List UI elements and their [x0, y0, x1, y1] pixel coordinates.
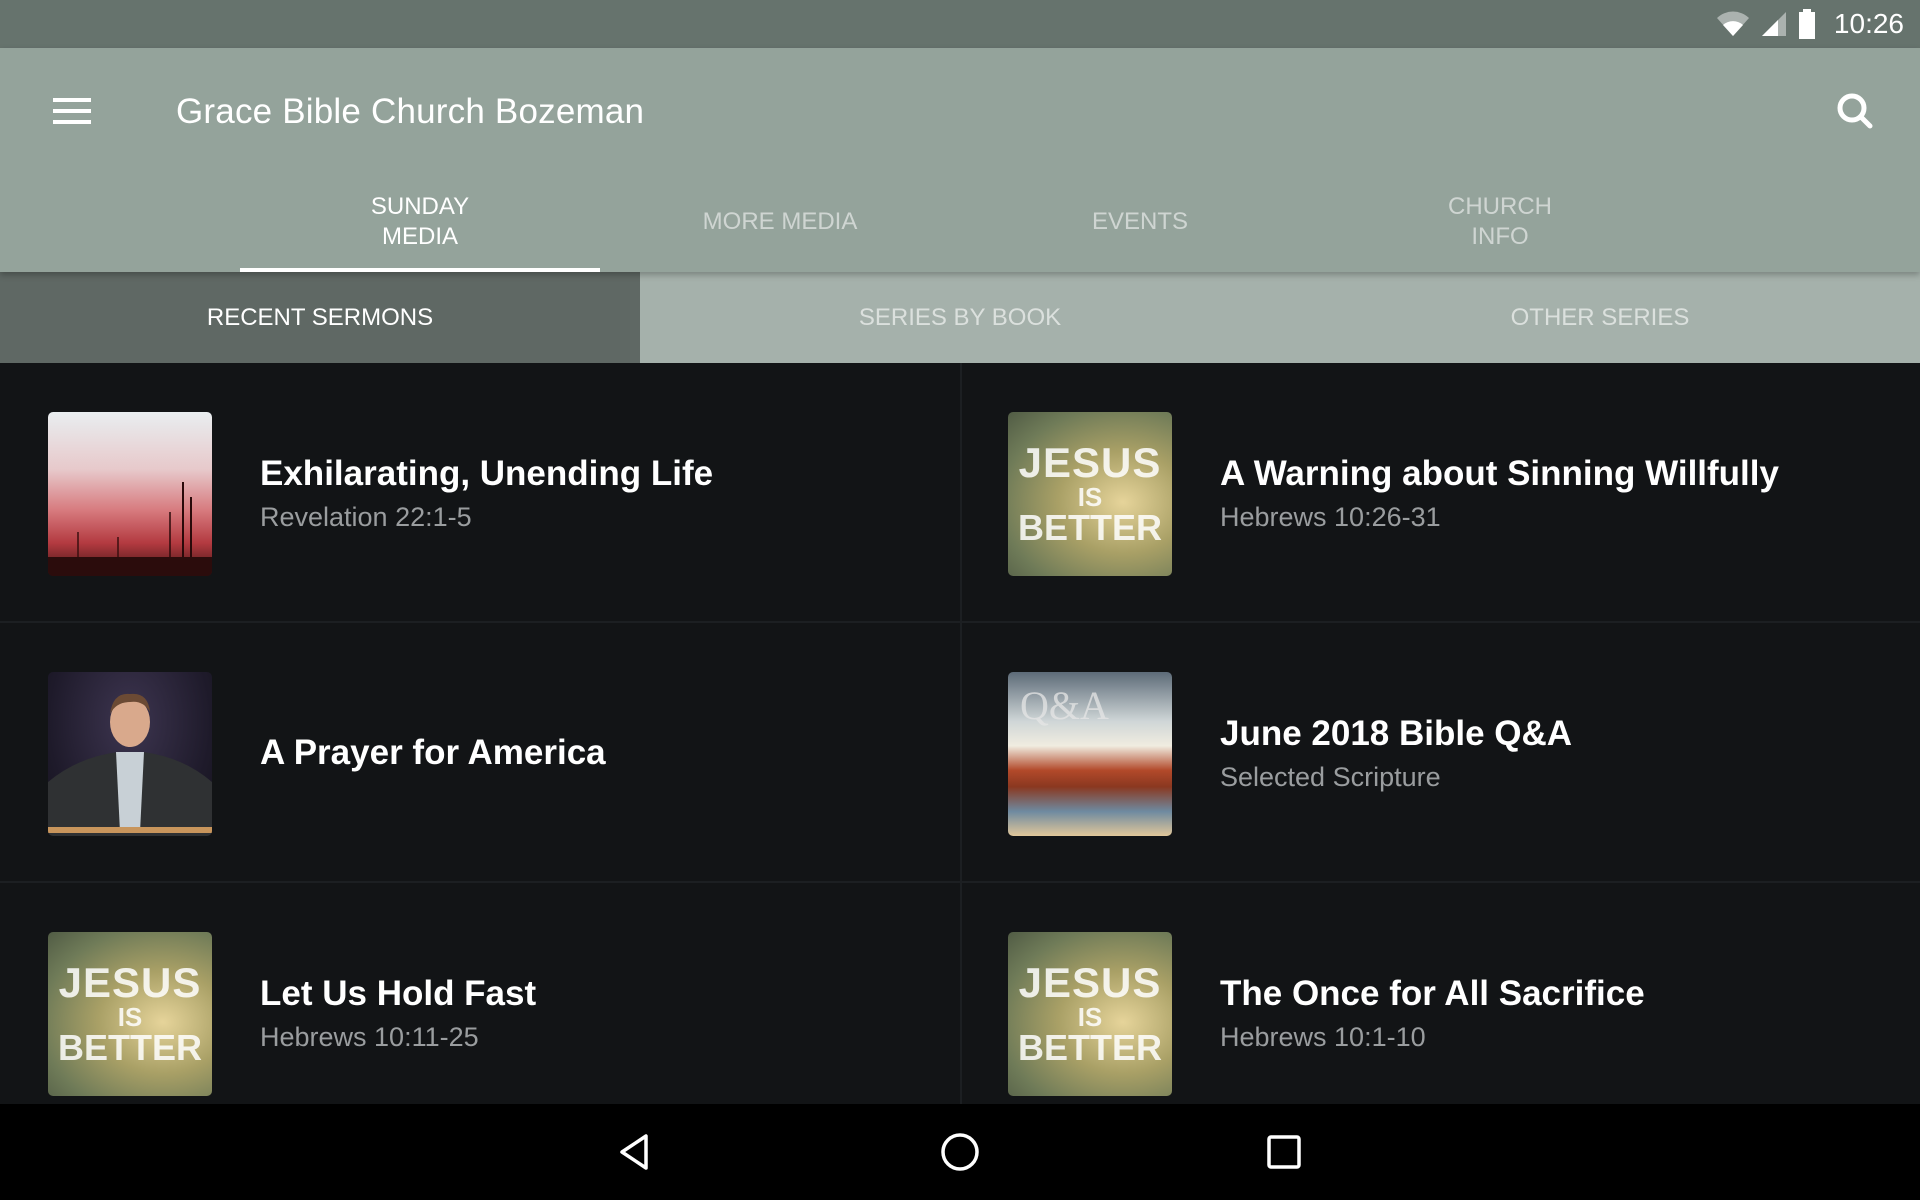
thumb-text: BETTER [58, 1027, 202, 1068]
cell-signal-icon [1761, 12, 1786, 36]
thumb-text: JESUS [1018, 959, 1162, 1006]
sermon-item[interactable]: JESUS IS BETTER The Once for All Sacrifi… [960, 883, 1920, 1104]
recents-icon[interactable] [1260, 1128, 1308, 1176]
sermon-thumbnail-jesus-is-better: JESUS IS BETTER [1008, 412, 1172, 576]
sermon-title: A Prayer for America [260, 733, 606, 772]
sermon-thumbnail-forest [48, 412, 212, 576]
hamburger-menu-icon[interactable] [44, 86, 100, 136]
search-icon[interactable] [1832, 88, 1880, 136]
sermon-thumbnail-jesus-is-better: JESUS IS BETTER [1008, 932, 1172, 1096]
sermon-passage: Hebrews 10:1-10 [1220, 1021, 1426, 1052]
subtab-other-series[interactable]: OTHER SERIES [1280, 272, 1920, 363]
tab-sunday-media[interactable]: SUNDAY MEDIA [240, 172, 600, 272]
sermon-text: Let Us Hold Fast Hebrews 10:11-25 [260, 883, 536, 1104]
back-icon[interactable] [612, 1128, 660, 1176]
status-time: 10:26 [1833, 8, 1904, 39]
sermon-text: June 2018 Bible Q&A Selected Scripture [1220, 623, 1572, 883]
tab-church-info[interactable]: CHURCH INFO [1320, 172, 1680, 272]
app-title: Grace Bible Church Bozeman [176, 92, 645, 131]
sermon-title: Exhilarating, Unending Life [260, 453, 714, 493]
home-icon[interactable] [936, 1128, 984, 1176]
sermon-passage: Revelation 22:1-5 [260, 501, 472, 532]
thumb-text: JESUS [58, 959, 202, 1006]
tab-events[interactable]: EVENTS [960, 172, 1320, 272]
thumb-text: JESUS [1018, 439, 1162, 486]
sermon-title: The Once for All Sacrifice [1220, 973, 1645, 1013]
sermon-title: Let Us Hold Fast [260, 973, 537, 1013]
status-icons: 10:26 [1716, 0, 1904, 48]
wifi-icon [1716, 11, 1749, 36]
sermon-passage: Selected Scripture [1220, 761, 1441, 792]
sermon-text: A Warning about Sinning Willfully Hebrew… [1220, 363, 1779, 623]
sermon-thumbnail-qa: Q&A [1008, 672, 1172, 836]
system-nav-bar [0, 1104, 1920, 1200]
sermon-item[interactable]: JESUS IS BETTER Let Us Hold Fast Hebrews… [0, 883, 960, 1104]
thumb-text: Q&A [1020, 683, 1109, 728]
main-tabs: SUNDAY MEDIA MORE MEDIA EVENTS CHURCH IN… [240, 172, 1680, 272]
sermon-item[interactable]: A Prayer for America [0, 623, 960, 883]
app-bar: Grace Bible Church Bozeman SUNDAY MEDIA … [0, 48, 1920, 272]
sermon-grid: Exhilarating, Unending Life Revelation 2… [0, 363, 1920, 1104]
sermon-title: June 2018 Bible Q&A [1220, 713, 1573, 753]
sermon-title: A Warning about Sinning Willfully [1220, 453, 1779, 493]
thumb-text: BETTER [1018, 507, 1162, 548]
sermon-passage: Hebrews 10:26-31 [1220, 501, 1441, 532]
subtab-series-by-book[interactable]: SERIES BY BOOK [640, 272, 1280, 363]
thumb-text: BETTER [1018, 1027, 1162, 1068]
sermon-text: The Once for All Sacrifice Hebrews 10:1-… [1220, 883, 1645, 1104]
sermon-thumbnail-jesus-is-better: JESUS IS BETTER [48, 932, 212, 1096]
status-bar: 10:26 [0, 0, 1920, 48]
sub-tabs: RECENT SERMONS SERIES BY BOOK OTHER SERI… [0, 272, 1920, 363]
sermon-item[interactable]: Q&A June 2018 Bible Q&A Selected Scriptu… [960, 623, 1920, 883]
sermon-item[interactable]: JESUS IS BETTER A Warning about Sinning … [960, 363, 1920, 623]
sermon-item[interactable]: Exhilarating, Unending Life Revelation 2… [0, 363, 960, 623]
sermon-thumbnail-pastor [48, 672, 212, 836]
sermon-passage: Hebrews 10:11-25 [260, 1021, 479, 1052]
subtab-recent-sermons[interactable]: RECENT SERMONS [0, 272, 640, 363]
sermon-text: Exhilarating, Unending Life Revelation 2… [260, 363, 713, 623]
battery-icon [1798, 9, 1815, 39]
tab-more-media[interactable]: MORE MEDIA [600, 172, 960, 272]
sermon-text: A Prayer for America [260, 623, 606, 883]
